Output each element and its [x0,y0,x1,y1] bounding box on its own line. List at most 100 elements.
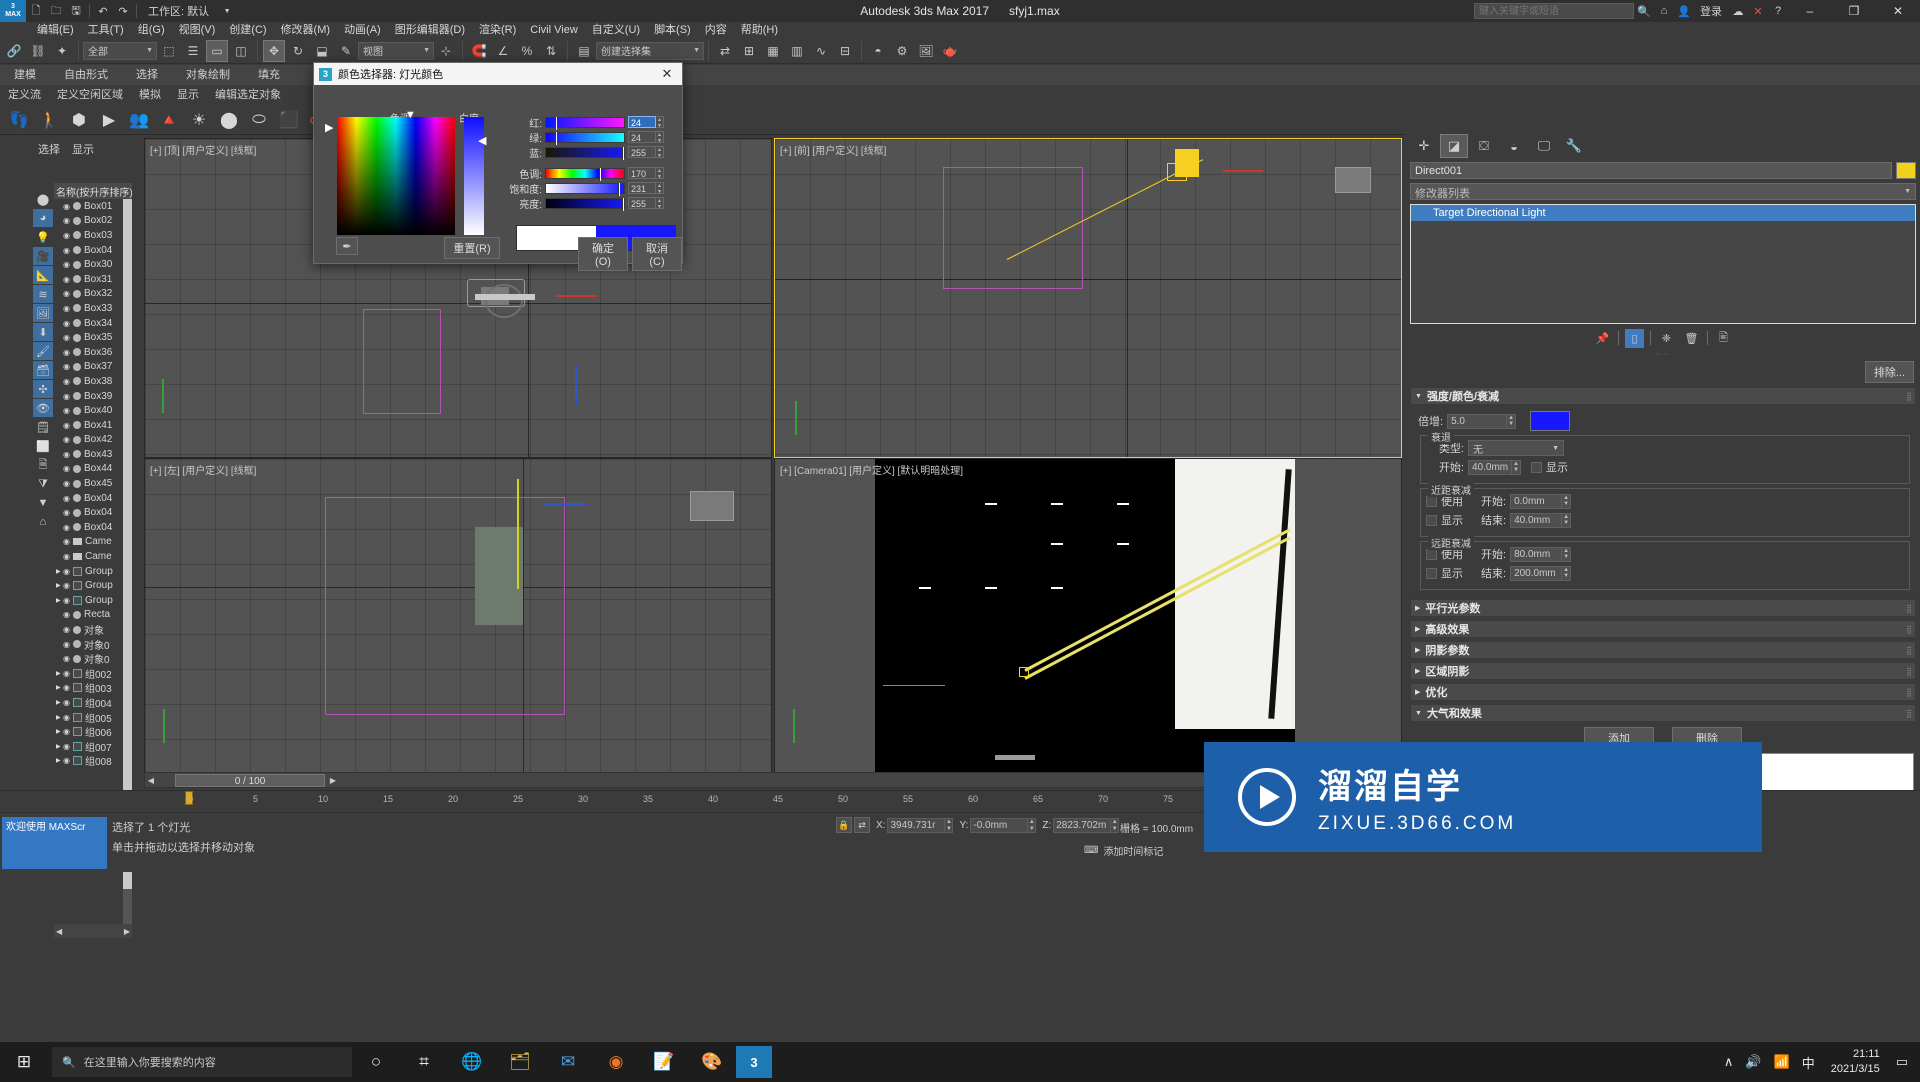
redo-icon[interactable]: ↷ [113,1,133,21]
mirror-icon[interactable]: ⇄ [714,40,736,62]
ime-indicator[interactable]: 中 [1796,1053,1821,1072]
rollout-optimizations[interactable]: ▶ 优化 ⣿ [1410,683,1916,701]
time-slider-next-icon[interactable]: ▶ [327,776,339,785]
viewport-label-camera[interactable]: [+] [Camera01] [用户定义] [默认明暗处理] [780,462,963,477]
percent-snap-icon[interactable]: % [516,40,538,62]
list-item[interactable]: ◉ Box38 [54,374,132,389]
cloud-icon[interactable]: ☁ [1728,1,1748,21]
spinner-arrows-icon[interactable]: ▲ ▼ [1562,493,1572,509]
object-name-input[interactable] [1410,162,1892,179]
list-item[interactable]: ▶ ◉ 组005 [54,710,132,725]
select-link-icon[interactable]: 🔗 [3,40,25,62]
photoshop-icon[interactable]: 🎨 [688,1042,736,1082]
reference-coordinate-combo[interactable]: 视图 ▼ [358,41,434,60]
undo-icon[interactable]: ↶ [93,1,113,21]
tab-modify[interactable]: ◪ [1440,134,1468,158]
menu-item-11[interactable]: 脚本(S) [647,22,698,38]
list-item[interactable]: ▶ ◉ 组004 [54,695,132,710]
rollout-advanced-effects[interactable]: ▶ 高级效果 ⣿ [1410,620,1916,638]
menu-item-12[interactable]: 内容 [698,22,734,38]
list-item[interactable]: ◉ Box45 [54,476,132,491]
network-icon[interactable]: 📶 [1768,1054,1796,1070]
green-ramp[interactable] [545,131,625,145]
far-show-checkbox[interactable] [1426,567,1437,579]
brightness-ramp-pin[interactable] [622,197,624,211]
explorer-tab-select[interactable]: 选择 [32,141,66,157]
eye-icon[interactable]: ◉ [63,683,73,692]
edit-named-selection-icon[interactable]: ▤ [573,40,595,62]
notification-center-icon[interactable]: ▭ [1890,1054,1914,1070]
eye-icon[interactable]: ◉ [63,479,73,488]
y-input[interactable] [970,817,1029,833]
eye-icon[interactable]: ◉ [63,231,73,240]
eye-icon[interactable]: ◉ [63,552,73,561]
select-by-name-icon[interactable]: ☰ [182,40,204,62]
hue-marker-icon[interactable]: ▼ [405,109,416,121]
spinner-arrows-icon[interactable]: ▲ ▼ [1562,512,1572,528]
hue-value[interactable]: 170 [628,167,656,179]
expand-arrow-icon[interactable]: ▶ [56,728,63,735]
eye-icon[interactable]: ◉ [63,319,73,328]
tab-create[interactable]: ✛ [1410,134,1438,158]
simulate-icon[interactable]: ▶ [95,107,123,133]
spinner-arrows-icon[interactable]: ▲ ▼ [656,146,664,159]
explorer-scrollbar-thumb[interactable] [123,199,132,889]
ribbon-tab-populate[interactable]: 填充 [244,65,294,85]
eye-icon[interactable]: ◉ [63,289,73,298]
maximize-button[interactable]: ❐ [1832,0,1876,22]
eye-icon[interactable]: ◉ [63,508,73,517]
list-item[interactable]: ◉ Box03 [54,228,132,243]
rail-box-icon[interactable]: ⬜ [33,437,53,455]
spinner-arrows-icon[interactable]: ▲ ▼ [656,116,664,129]
near-start-spinner[interactable]: ▲▼ [1510,493,1572,509]
tray-expand-icon[interactable]: ∧ [1718,1054,1740,1070]
menu-item-8[interactable]: 渲染(R) [472,22,523,38]
viewcube[interactable] [690,491,734,521]
near-end-spinner[interactable]: ▲▼ [1510,512,1572,528]
eye-icon[interactable]: ◉ [63,494,73,503]
rail-shape-icon[interactable]: ⌂ [33,513,53,531]
populate-flow-icon[interactable]: 👣 [5,107,33,133]
list-item[interactable]: ▶ ◉ Group [54,564,132,579]
far-start-spinner[interactable]: ▲▼ [1510,546,1572,562]
expand-arrow-icon[interactable]: ▶ [56,757,63,764]
light-handle[interactable] [1019,667,1029,677]
align-icon[interactable]: ⊞ [738,40,760,62]
expand-arrow-icon[interactable]: ▶ [56,743,63,750]
open-file-icon[interactable]: 🗀 [46,1,66,21]
list-item[interactable]: ◉ Box01 [54,199,132,214]
menu-item-1[interactable]: 工具(T) [81,22,131,38]
eye-icon[interactable]: ◉ [63,435,73,444]
eye-icon[interactable]: ◉ [63,464,73,473]
eye-icon[interactable]: ◉ [63,713,73,722]
viewcube[interactable] [1335,167,1371,193]
eye-icon[interactable]: ◉ [63,742,73,751]
white-marker-icon[interactable]: ◀ [478,134,486,147]
rail-camera-icon[interactable]: 🎥 [33,247,53,265]
use-pivot-center-icon[interactable]: ⊹ [435,40,457,62]
saturation-ramp-pin[interactable] [618,182,620,196]
near-end-input[interactable] [1510,512,1563,528]
x-coordinate-field[interactable]: X: ▲▼ [876,817,954,833]
eye-icon[interactable]: ◉ [63,348,73,357]
render-production-icon[interactable]: 🫖 [939,40,961,62]
notes-icon[interactable]: 📝 [640,1042,688,1082]
curve-editor-icon[interactable]: ∿ [810,40,832,62]
save-file-icon[interactable]: 🖫 [66,1,86,21]
brightness-value[interactable]: 255 [628,197,656,209]
select-object-icon[interactable]: ⬚ [158,40,180,62]
eye-icon[interactable]: ◉ [63,698,73,707]
explorer-scroll-left-icon[interactable]: ◀ [56,927,62,936]
help-icon[interactable]: ⌂ [1654,1,1674,21]
rollout-directional-parameters[interactable]: ▶ 平行光参数 ⣿ [1410,599,1916,617]
ribbon-btn-define-flow[interactable]: 定义流 [0,85,49,105]
list-item[interactable]: ◉ Box34 [54,316,132,331]
task-view-icon[interactable]: ⌗ [400,1042,448,1082]
far-end-spinner[interactable]: ▲▼ [1510,565,1572,581]
lock-selection-icon[interactable]: 🔒 [836,817,852,833]
eye-icon[interactable]: ◉ [63,537,73,546]
list-item[interactable]: ◉ Box02 [54,214,132,229]
expand-arrow-icon[interactable]: ▶ [56,582,63,589]
rail-geometry-icon[interactable]: ◕ [33,209,53,227]
list-item[interactable]: ◉ Box31 [54,272,132,287]
